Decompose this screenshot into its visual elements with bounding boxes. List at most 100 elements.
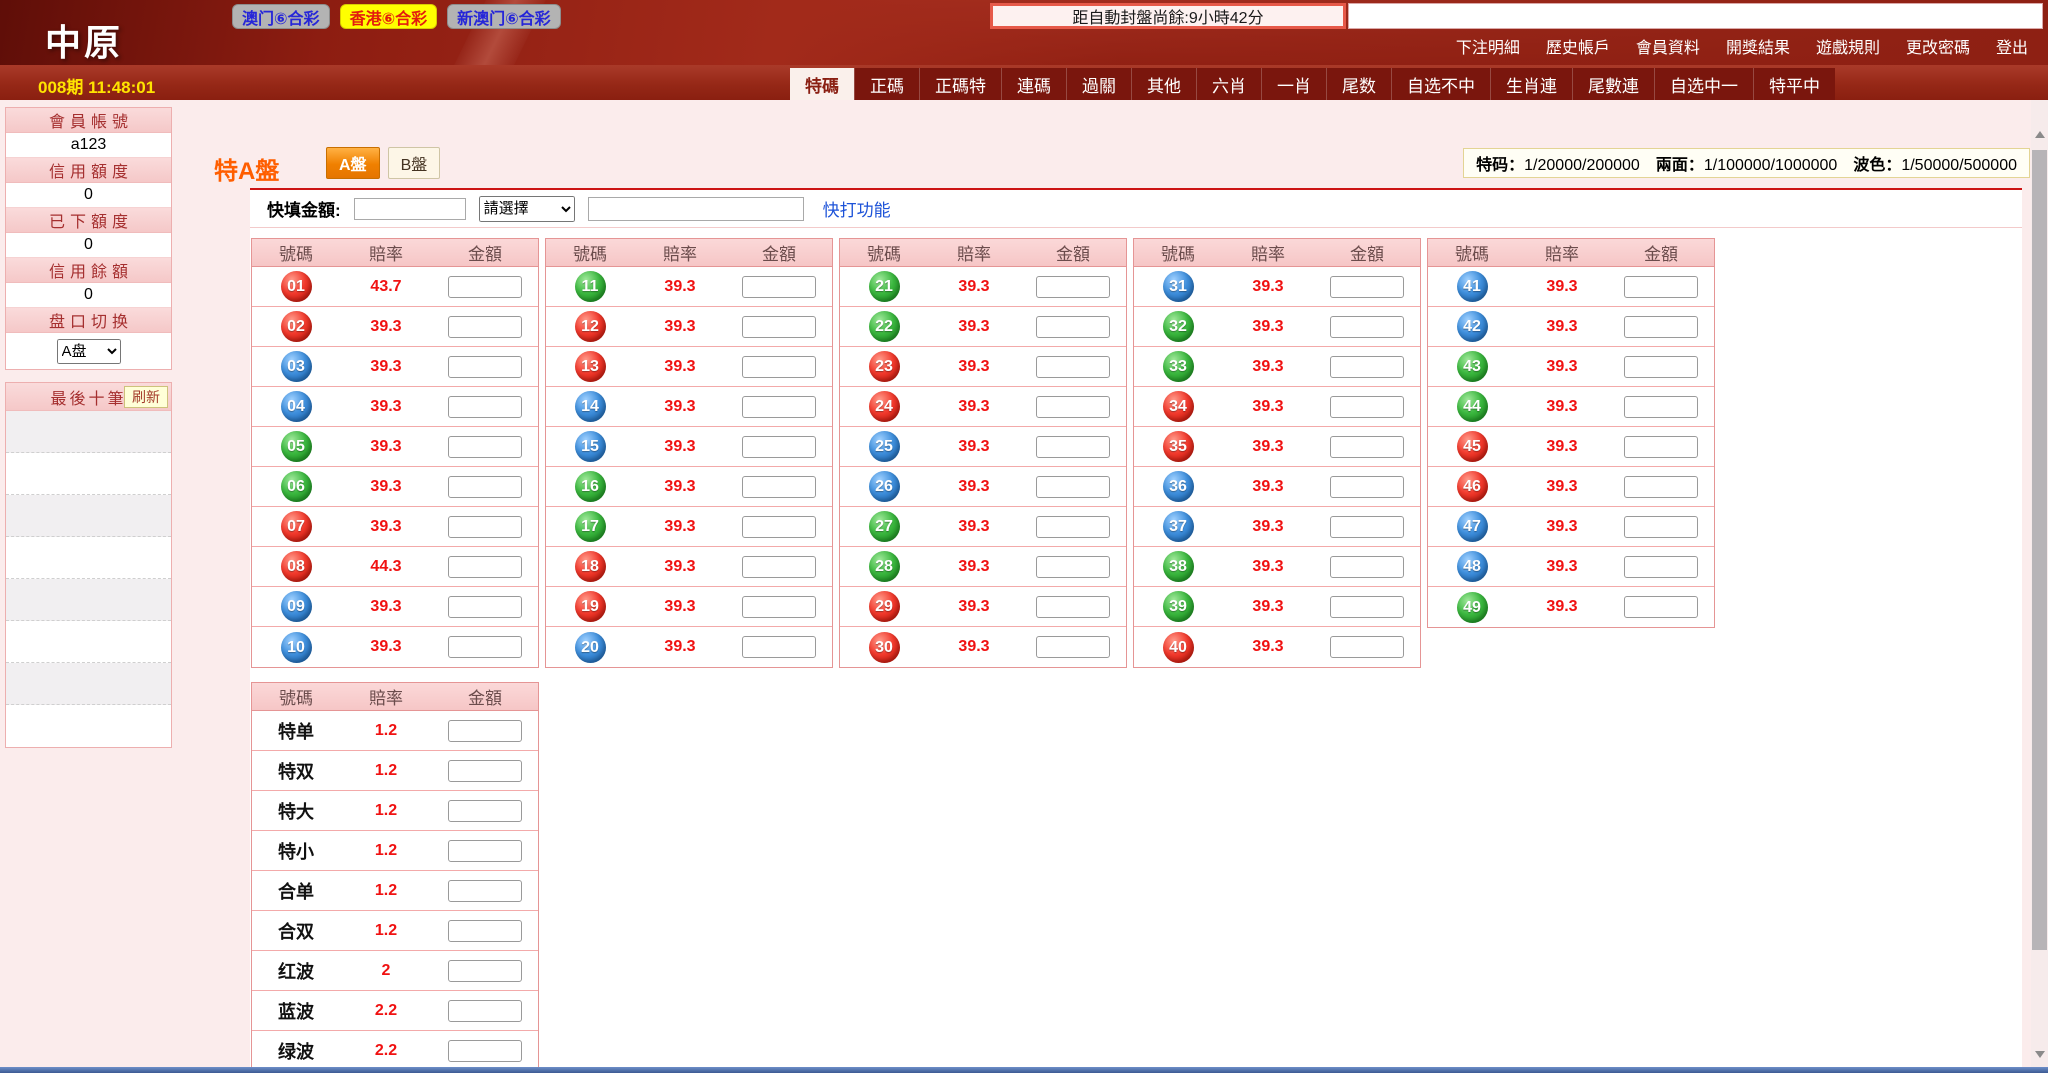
- bet-amount-input[interactable]: [1624, 276, 1698, 298]
- bet-amount-input[interactable]: [742, 436, 816, 458]
- bet-amount-input[interactable]: [1330, 636, 1404, 658]
- bet-amount-input[interactable]: [742, 636, 816, 658]
- bet-amount-input[interactable]: [448, 596, 522, 618]
- bet-amount-input[interactable]: [1624, 436, 1698, 458]
- quick-bet-link[interactable]: 快打功能: [823, 196, 891, 221]
- table-column: 號碼賠率金額4139.34239.34339.34439.34539.34639…: [1427, 238, 1715, 628]
- bet-amount-input[interactable]: [1036, 396, 1110, 418]
- nav-link-7[interactable]: 登出: [1996, 34, 2028, 58]
- tab-14[interactable]: 特平中: [1753, 68, 1835, 100]
- odds-value: 39.3: [634, 638, 726, 656]
- nav-link-1[interactable]: 下注明細: [1456, 34, 1520, 58]
- bet-amount-input[interactable]: [742, 316, 816, 338]
- bet-amount-input[interactable]: [448, 476, 522, 498]
- bet-amount-input[interactable]: [1330, 356, 1404, 378]
- tab-8[interactable]: 一肖: [1261, 68, 1326, 100]
- bet-amount-input[interactable]: [1330, 596, 1404, 618]
- bet-amount-input[interactable]: [1036, 636, 1110, 658]
- bet-amount-input[interactable]: [1624, 556, 1698, 578]
- bet-amount-input[interactable]: [448, 316, 522, 338]
- bet-amount-input[interactable]: [448, 636, 522, 658]
- bet-amount-input[interactable]: [1624, 516, 1698, 538]
- bet-amount-input[interactable]: [742, 476, 816, 498]
- bet-amount-input[interactable]: [448, 396, 522, 418]
- bet-amount-input[interactable]: [1036, 516, 1110, 538]
- bet-amount-input[interactable]: [1330, 396, 1404, 418]
- bet-amount-input[interactable]: [448, 1040, 522, 1062]
- bet-amount-input[interactable]: [1330, 556, 1404, 578]
- scroll-up-icon[interactable]: [2031, 126, 2048, 143]
- lottery-tab-3[interactable]: 新澳门⑥合彩: [447, 4, 561, 29]
- tab-1[interactable]: 特碼: [790, 68, 854, 100]
- bet-amount-input[interactable]: [448, 436, 522, 458]
- bet-amount-input[interactable]: [448, 276, 522, 298]
- nav-link-3[interactable]: 會員資料: [1636, 34, 1700, 58]
- column-header: 金額: [1020, 240, 1126, 265]
- lottery-tab-1[interactable]: 澳门⑥合彩: [232, 4, 330, 29]
- bet-amount-input[interactable]: [742, 276, 816, 298]
- nav-link-2[interactable]: 歷史帳戶: [1546, 34, 1610, 58]
- bet-amount-input[interactable]: [448, 720, 522, 742]
- tab-11[interactable]: 生肖連: [1490, 68, 1572, 100]
- bet-amount-input[interactable]: [448, 516, 522, 538]
- tab-2[interactable]: 正碼: [854, 68, 919, 100]
- bet-amount-input[interactable]: [1330, 316, 1404, 338]
- refresh-button[interactable]: 刷新: [124, 386, 168, 408]
- bet-amount-input[interactable]: [1036, 356, 1110, 378]
- bet-amount-input[interactable]: [448, 960, 522, 982]
- scrollbar-thumb[interactable]: [2032, 150, 2047, 950]
- quick-type-input[interactable]: [588, 197, 804, 221]
- bet-amount-input[interactable]: [1036, 276, 1110, 298]
- tab-12[interactable]: 尾數連: [1572, 68, 1654, 100]
- bet-amount-input[interactable]: [448, 840, 522, 862]
- bet-amount-input[interactable]: [1036, 556, 1110, 578]
- tab-13[interactable]: 自选中一: [1654, 68, 1753, 100]
- bet-amount-input[interactable]: [1330, 516, 1404, 538]
- board-button-2[interactable]: B盤: [388, 147, 441, 179]
- bet-amount-input[interactable]: [448, 920, 522, 942]
- bet-amount-input[interactable]: [448, 880, 522, 902]
- number-ball: 22: [869, 311, 900, 342]
- ball-cell: 26: [840, 471, 928, 502]
- bet-amount-input[interactable]: [1036, 596, 1110, 618]
- nav-link-4[interactable]: 開獎結果: [1726, 34, 1790, 58]
- quick-fill-amount-input[interactable]: [354, 198, 466, 220]
- bet-amount-input[interactable]: [742, 396, 816, 418]
- tab-7[interactable]: 六肖: [1196, 68, 1261, 100]
- nav-link-5[interactable]: 遊戲規則: [1816, 34, 1880, 58]
- bet-amount-input[interactable]: [1624, 596, 1698, 618]
- quick-fill-select[interactable]: 請選擇: [479, 196, 575, 222]
- bet-amount-input[interactable]: [448, 356, 522, 378]
- bet-amount-input[interactable]: [1036, 436, 1110, 458]
- bet-amount-input[interactable]: [1624, 356, 1698, 378]
- bet-amount-input[interactable]: [1624, 396, 1698, 418]
- bet-amount-input[interactable]: [448, 1000, 522, 1022]
- bet-amount-input[interactable]: [1624, 316, 1698, 338]
- tab-3[interactable]: 正碼特: [919, 68, 1001, 100]
- amount-cell: [726, 556, 832, 578]
- tab-4[interactable]: 連碼: [1001, 68, 1066, 100]
- bet-amount-input[interactable]: [1330, 276, 1404, 298]
- bet-amount-input[interactable]: [742, 596, 816, 618]
- bet-amount-input[interactable]: [742, 356, 816, 378]
- tab-10[interactable]: 自选不中: [1391, 68, 1490, 100]
- bet-amount-input[interactable]: [742, 556, 816, 578]
- lottery-tab-2[interactable]: 香港⑥合彩: [340, 4, 438, 29]
- bet-amount-input[interactable]: [1036, 476, 1110, 498]
- bet-amount-input[interactable]: [1330, 476, 1404, 498]
- tab-6[interactable]: 其他: [1131, 68, 1196, 100]
- bet-amount-input[interactable]: [1036, 316, 1110, 338]
- tab-9[interactable]: 尾数: [1326, 68, 1391, 100]
- bet-amount-input[interactable]: [448, 556, 522, 578]
- scroll-down-icon[interactable]: [2031, 1046, 2048, 1063]
- tab-5[interactable]: 過關: [1066, 68, 1131, 100]
- bet-amount-input[interactable]: [1330, 436, 1404, 458]
- board-button-1[interactable]: A盤: [326, 147, 380, 179]
- bet-amount-input[interactable]: [742, 516, 816, 538]
- bet-amount-input[interactable]: [1624, 476, 1698, 498]
- number-ball: 27: [869, 511, 900, 542]
- board-select[interactable]: A盘: [57, 339, 121, 364]
- nav-link-6[interactable]: 更改密碼: [1906, 34, 1970, 58]
- bet-amount-input[interactable]: [448, 800, 522, 822]
- bet-amount-input[interactable]: [448, 760, 522, 782]
